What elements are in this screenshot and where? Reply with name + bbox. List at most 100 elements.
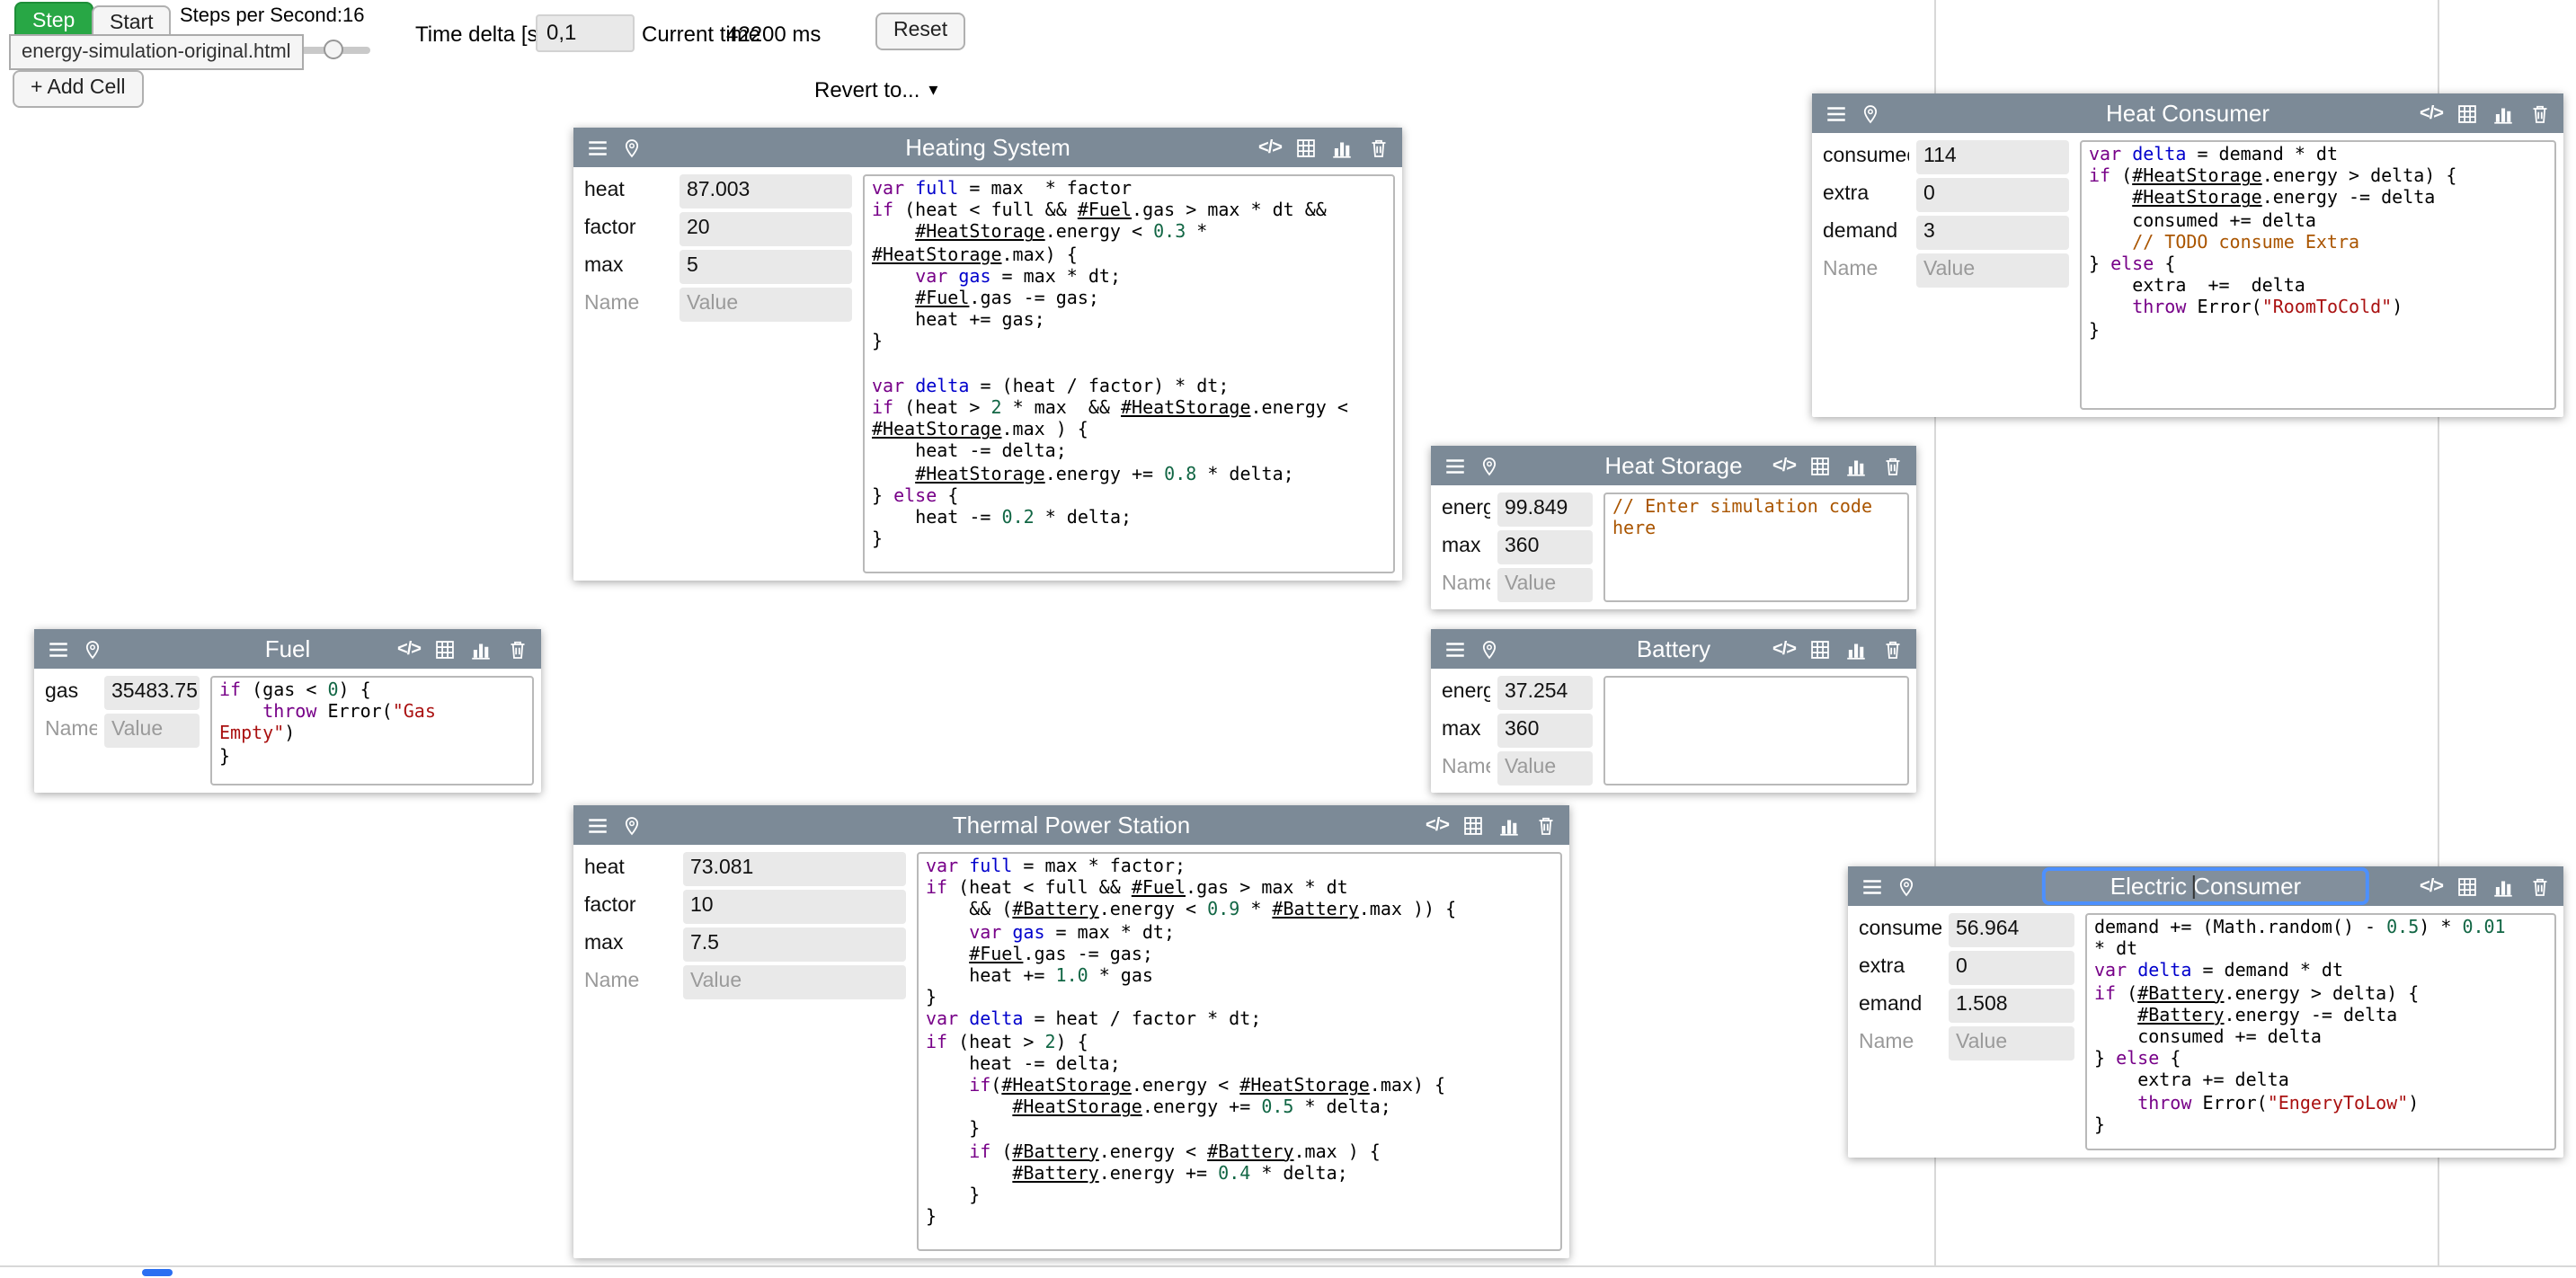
var-value-input[interactable]: 35483.75	[104, 676, 200, 710]
pin-icon[interactable]	[79, 635, 106, 663]
cell-header[interactable]: Heating System </>	[573, 128, 1402, 167]
var-name-input[interactable]: Name	[1819, 253, 1909, 288]
var-name-input[interactable]: Name	[1855, 1026, 1941, 1061]
code-editor[interactable]: var full = max * factorif (heat < full &…	[863, 174, 1395, 573]
code-view-icon[interactable]: </>	[1771, 451, 1798, 480]
time-delta-input[interactable]: 0,1	[536, 14, 635, 52]
var-name-input[interactable]: max	[581, 927, 676, 962]
delete-icon[interactable]	[2526, 872, 2553, 901]
code-editor[interactable]: demand += (Math.random() - 0.5) * 0.01* …	[2085, 913, 2556, 1150]
delete-icon[interactable]	[1879, 451, 1905, 480]
chart-view-icon[interactable]	[2490, 99, 2517, 128]
var-value-input[interactable]: Value	[683, 965, 906, 999]
code-editor[interactable]: var delta = demand * dtif (#HeatStorage.…	[2080, 140, 2556, 410]
var-name-input[interactable]: extra	[1819, 178, 1909, 212]
chart-view-icon[interactable]	[1496, 811, 1523, 839]
delete-icon[interactable]	[503, 635, 530, 663]
chart-view-icon[interactable]	[467, 635, 494, 663]
var-name-input[interactable]: emand	[1855, 989, 1941, 1023]
cell-title[interactable]: Heat Storage	[1604, 452, 1742, 479]
table-view-icon[interactable]	[1292, 133, 1319, 162]
pin-icon[interactable]	[1476, 635, 1503, 663]
var-name-input[interactable]: energy	[1438, 493, 1490, 527]
cell-header[interactable]: Fuel </>	[34, 629, 541, 669]
var-value-input[interactable]: 114	[1916, 140, 2069, 174]
cell-header[interactable]: Electric Consumer </>	[1848, 866, 2563, 906]
code-editor[interactable]: // Enter simulation code here	[1603, 493, 1909, 602]
var-value-input[interactable]: Value	[1916, 253, 2069, 288]
menu-icon[interactable]	[584, 133, 611, 162]
var-value-input[interactable]: Value	[680, 288, 852, 322]
menu-icon[interactable]	[584, 811, 611, 839]
var-value-input[interactable]: 37.254	[1497, 676, 1593, 710]
var-name-input[interactable]: consumed	[1855, 913, 1941, 947]
pin-icon[interactable]	[618, 811, 645, 839]
var-name-input[interactable]: demand	[1819, 216, 1909, 250]
cell-title[interactable]: Heat Consumer	[2106, 100, 2270, 127]
var-value-input[interactable]: 20	[680, 212, 852, 246]
var-value-input[interactable]: 10	[683, 890, 906, 924]
cell-title[interactable]: Thermal Power Station	[953, 812, 1190, 839]
code-view-icon[interactable]: </>	[395, 635, 422, 663]
var-name-input[interactable]: Name	[581, 965, 676, 999]
chart-view-icon[interactable]	[1328, 133, 1355, 162]
table-view-icon[interactable]	[2454, 872, 2481, 901]
var-value-input[interactable]: 87.003	[680, 174, 852, 209]
reset-button[interactable]: Reset	[875, 13, 965, 50]
table-view-icon[interactable]	[1807, 635, 1834, 663]
var-value-input[interactable]: 56.964	[1949, 913, 2074, 947]
var-name-input[interactable]: max	[581, 250, 672, 284]
cell-title[interactable]: Fuel	[265, 635, 311, 662]
cell-title[interactable]: Battery	[1637, 635, 1710, 662]
cell-header[interactable]: Thermal Power Station</>	[573, 805, 1569, 845]
pin-icon[interactable]	[1857, 99, 1884, 128]
chart-view-icon[interactable]	[1843, 451, 1870, 480]
cell-title-input[interactable]: Electric Consumer	[2042, 867, 2369, 905]
code-view-icon[interactable]: </>	[1257, 133, 1284, 162]
var-name-input[interactable]: factor	[581, 890, 676, 924]
code-editor[interactable]: var full = max * factor;if (heat < full …	[917, 852, 1562, 1251]
var-value-input[interactable]: Value	[1497, 568, 1593, 602]
var-name-input[interactable]: extra	[1855, 951, 1941, 985]
var-value-input[interactable]: 5	[680, 250, 852, 284]
add-cell-button[interactable]: + Add Cell	[13, 70, 144, 108]
slider-thumb[interactable]	[324, 40, 343, 59]
var-value-input[interactable]: 1.508	[1949, 989, 2074, 1023]
code-editor[interactable]	[1603, 676, 1909, 785]
var-value-input[interactable]: Value	[1497, 751, 1593, 785]
var-value-input[interactable]: 0	[1916, 178, 2069, 212]
var-name-input[interactable]: max	[1438, 714, 1490, 748]
code-view-icon[interactable]: </>	[1771, 635, 1798, 663]
var-value-input[interactable]: 99.849	[1497, 493, 1593, 527]
var-name-input[interactable]: max	[1438, 530, 1490, 564]
var-value-input[interactable]: 360	[1497, 714, 1593, 748]
var-name-input[interactable]: Name	[1438, 568, 1490, 602]
cell-header[interactable]: Heat Consumer</>	[1812, 93, 2563, 133]
var-value-input[interactable]: 0	[1949, 951, 2074, 985]
var-name-input[interactable]: gas	[41, 676, 97, 710]
menu-icon[interactable]	[1442, 635, 1469, 663]
delete-icon[interactable]	[2526, 99, 2553, 128]
var-name-input[interactable]: Name	[581, 288, 672, 322]
chart-view-icon[interactable]	[2490, 872, 2517, 901]
chart-view-icon[interactable]	[1843, 635, 1870, 663]
code-view-icon[interactable]: </>	[2418, 872, 2445, 901]
table-view-icon[interactable]	[1460, 811, 1487, 839]
var-name-input[interactable]: energy	[1438, 676, 1490, 710]
cell-header[interactable]: Battery </>	[1431, 629, 1916, 669]
menu-icon[interactable]	[1859, 872, 1886, 901]
var-name-input[interactable]: Name	[41, 714, 97, 748]
pin-icon[interactable]	[1893, 872, 1920, 901]
table-view-icon[interactable]	[431, 635, 458, 663]
var-value-input[interactable]: Value	[104, 714, 200, 748]
menu-icon[interactable]	[1442, 451, 1469, 480]
var-name-input[interactable]: consumed	[1819, 140, 1909, 174]
cell-title[interactable]: Heating System	[905, 134, 1070, 161]
menu-icon[interactable]	[45, 635, 72, 663]
delete-icon[interactable]	[1364, 133, 1391, 162]
var-value-input[interactable]: 73.081	[683, 852, 906, 886]
var-value-input[interactable]: 7.5	[683, 927, 906, 962]
delete-icon[interactable]	[1879, 635, 1905, 663]
menu-icon[interactable]	[1823, 99, 1850, 128]
table-view-icon[interactable]	[2454, 99, 2481, 128]
